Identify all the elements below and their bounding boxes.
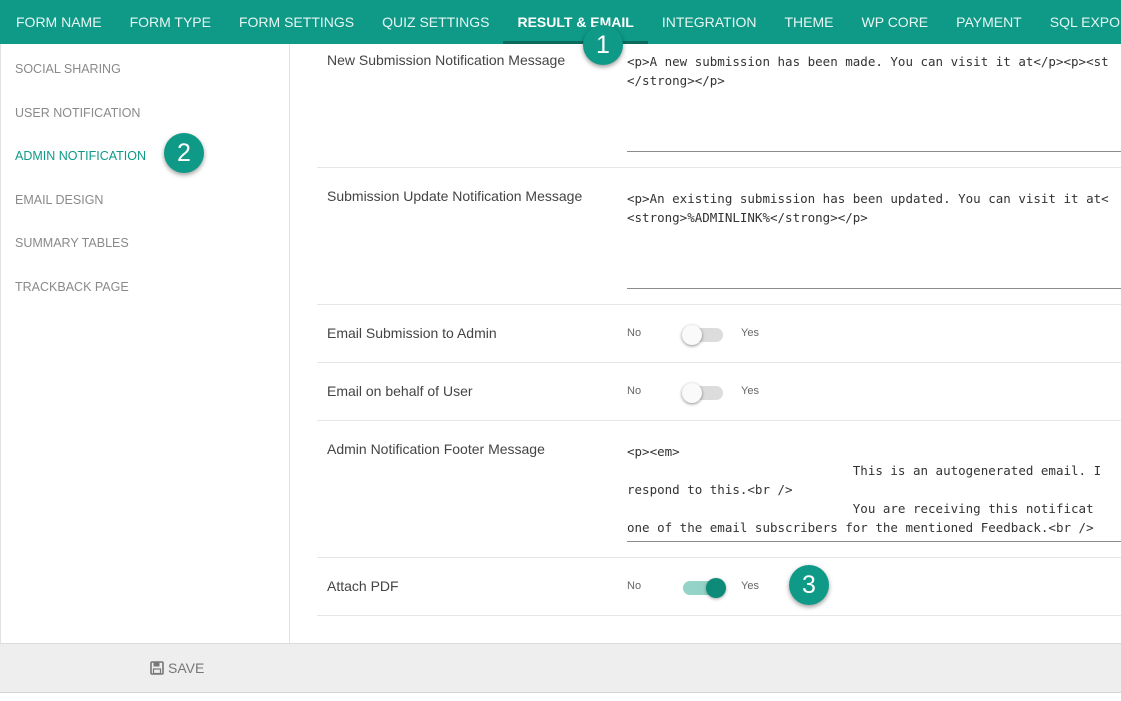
email-admin-toggle[interactable] (682, 325, 723, 345)
footer-message-textarea[interactable]: <p><em> This is an autogenerated email. … (627, 442, 1121, 542)
email-behalf-toggle[interactable] (682, 383, 723, 403)
new-submission-label: New Submission Notification Message (327, 52, 566, 68)
email-behalf-label: Email on behalf of User (327, 383, 473, 399)
tab-form-name[interactable]: FORM NAME (2, 0, 116, 44)
tab-payment[interactable]: PAYMENT (942, 0, 1036, 44)
tab-theme[interactable]: THEME (771, 0, 848, 44)
sidebar-item-admin-notification[interactable]: ADMIN NOTIFICATION (15, 149, 146, 163)
email-behalf-row: Email on behalf of User No Yes (317, 363, 1121, 421)
tab-sql-export[interactable]: SQL EXPORT (1036, 0, 1121, 44)
tab-form-settings[interactable]: FORM SETTINGS (225, 0, 368, 44)
toggle-yes-label: Yes (741, 327, 759, 339)
tab-form-type[interactable]: FORM TYPE (116, 0, 225, 44)
footer-message-label: Admin Notification Footer Message (327, 441, 545, 457)
sidebar-item-email-design[interactable]: EMAIL DESIGN (15, 193, 103, 207)
sidebar-item-social-sharing[interactable]: SOCIAL SHARING (15, 62, 121, 76)
step-badge-1: 1 (583, 25, 623, 65)
tab-result-email[interactable]: RESULT & EMAIL (503, 0, 648, 44)
attach-pdf-row: Attach PDF No Yes (317, 558, 1121, 616)
update-submission-textarea[interactable]: <p>An existing submission has been updat… (627, 189, 1121, 289)
sidebar-item-user-notification[interactable]: USER NOTIFICATION (15, 106, 140, 120)
update-submission-label: Submission Update Notification Message (327, 188, 583, 204)
toggle-no-label: No (627, 385, 642, 397)
toggle-yes-label: Yes (741, 580, 759, 592)
toggle-no-label: No (627, 580, 642, 592)
tab-wp-core[interactable]: WP CORE (848, 0, 943, 44)
new-submission-row: New Submission Notification Message <p>A… (317, 44, 1121, 168)
toggle-yes-label: Yes (741, 385, 759, 397)
new-submission-textarea[interactable]: <p>A new submission has been made. You c… (627, 52, 1121, 152)
settings-sidebar: SOCIAL SHARING USER NOTIFICATION ADMIN N… (0, 44, 290, 643)
sidebar-item-trackback-page[interactable]: TRACKBACK PAGE (15, 280, 129, 294)
admin-notification-form: New Submission Notification Message <p>A… (290, 44, 1121, 643)
toggle-knob (706, 578, 726, 598)
email-admin-label: Email Submission to Admin (327, 325, 497, 341)
toggle-knob (682, 325, 702, 345)
attach-pdf-toggle[interactable] (683, 578, 726, 598)
update-submission-row: Submission Update Notification Message <… (317, 168, 1121, 305)
save-button[interactable]: SAVE (150, 660, 204, 676)
step-badge-2: 2 (164, 133, 204, 173)
footer-bar: SAVE (0, 643, 1121, 693)
footer-message-row: Admin Notification Footer Message <p><em… (317, 421, 1121, 558)
step-badge-3: 3 (789, 565, 829, 605)
tab-quiz-settings[interactable]: QUIZ SETTINGS (368, 0, 503, 44)
top-tab-bar: FORM NAME FORM TYPE FORM SETTINGS QUIZ S… (0, 0, 1121, 44)
email-admin-row: Email Submission to Admin No Yes (317, 305, 1121, 363)
attach-pdf-label: Attach PDF (327, 578, 399, 594)
sidebar-item-summary-tables[interactable]: SUMMARY TABLES (15, 236, 129, 250)
save-label: SAVE (168, 660, 205, 676)
floppy-disk-icon (150, 661, 164, 675)
tab-integration[interactable]: INTEGRATION (648, 0, 771, 44)
toggle-knob (682, 383, 702, 403)
toggle-no-label: No (627, 327, 642, 339)
